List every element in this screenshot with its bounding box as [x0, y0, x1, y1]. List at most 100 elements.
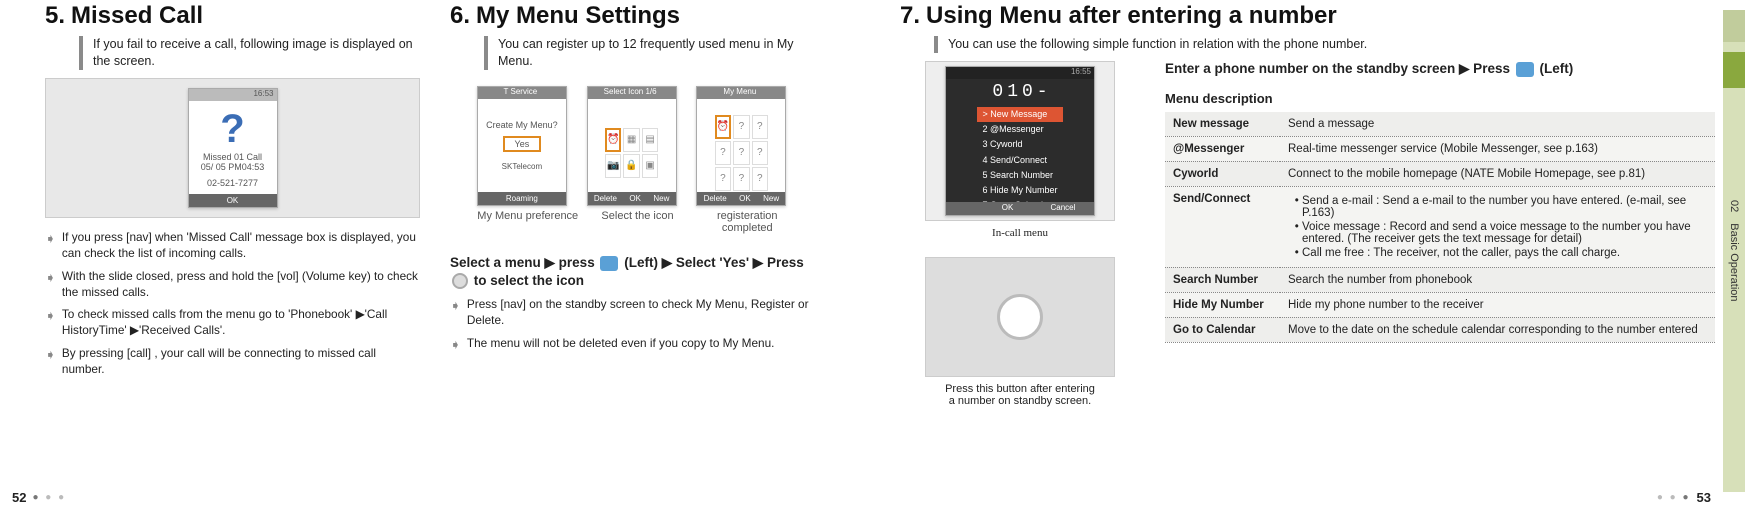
dialed-number: 010- — [992, 81, 1051, 104]
screenA-yes: Yes — [503, 136, 542, 152]
screenA-prompt: Create My Menu? — [486, 120, 558, 130]
side-tab-label: 02 Basic Operation — [1728, 200, 1740, 302]
incall-menu-item: 4 Send/Connect — [977, 153, 1062, 168]
page-53: 53 — [1697, 490, 1711, 505]
incall-menu-item: 5 Search Number — [977, 168, 1062, 183]
section6-intro: You can register up to 12 frequently use… — [484, 36, 825, 70]
step-frag-3: to select the icon — [474, 273, 584, 288]
mock-line2: 05/ 05 PM04:53 — [201, 162, 265, 172]
menu-name-cell: Hide My Number — [1165, 292, 1280, 317]
grid-icon: ▤ — [642, 128, 658, 152]
mock-line1: Missed 01 Call — [203, 152, 262, 162]
screenA-header: T Service — [504, 87, 538, 96]
phone-button-photo — [925, 257, 1115, 377]
page-52: 52 — [12, 490, 26, 505]
menu-name-cell: Go to Calendar — [1165, 317, 1280, 342]
bullet-arrow-icon: ➧ — [45, 307, 56, 339]
incall-menu-item: 3 Cyworld — [977, 137, 1062, 152]
caption-incall-menu: In-call menu — [900, 227, 1140, 239]
table-row: Go to CalendarMove to the date on the sc… — [1165, 317, 1715, 342]
screenA-carrier: SKTelecom — [502, 162, 542, 171]
section5-bullet-4: By pressing [call] , your call will be c… — [62, 346, 420, 378]
step-frag-2: (Left) ▶ Select 'Yes' ▶ Press — [624, 255, 804, 270]
menu-desc-subitem: Call me free : The receiver, not the cal… — [1302, 247, 1707, 259]
caption-registration-complete: registeration completed — [696, 210, 798, 234]
bullet-arrow-icon: ➧ — [450, 336, 461, 354]
mock-line3: 02-521-7277 — [207, 178, 258, 188]
caption-select-icon: Select the icon — [587, 210, 689, 222]
incall-menu-item: > New Message — [977, 107, 1062, 122]
menu-description-table: New messageSend a message@MessengerReal-… — [1165, 112, 1715, 343]
menu-desc-cell: Send a e-mail : Send a e-mail to the num… — [1280, 186, 1715, 267]
table-row: Send/Connect Send a e-mail : Send a e-mai… — [1165, 186, 1715, 267]
left-softkey-icon — [1516, 62, 1534, 77]
screenB-header: Select Icon 1/6 — [604, 87, 657, 96]
incall-menu-item: 6 Hide My Number — [977, 183, 1062, 198]
menu-name-cell: Send/Connect — [1165, 186, 1280, 267]
section5-bullet-3: To check missed calls from the menu go t… — [62, 307, 420, 339]
section6-bullet-2: The menu will not be deleted even if you… — [467, 336, 775, 354]
menu-name-cell: @Messenger — [1165, 136, 1280, 161]
section7-intro: You can use the following simple functio… — [934, 36, 1715, 53]
menu-desc-cell: Move to the date on the schedule calenda… — [1280, 317, 1715, 342]
nav-button-icon — [997, 294, 1043, 340]
section5-number: 5. — [45, 2, 65, 30]
incall-menu-item: 2 @Messenger — [977, 122, 1062, 137]
nav-key-icon — [452, 273, 468, 289]
bullet-arrow-icon: ➧ — [450, 297, 461, 329]
menu-desc-cell: Real-time messenger service (Mobile Mess… — [1280, 136, 1715, 161]
section6-number: 6. — [450, 2, 470, 30]
table-row: @MessengerReal-time messenger service (M… — [1165, 136, 1715, 161]
left-softkey-icon — [600, 256, 618, 271]
calc-icon: ▣ — [642, 154, 658, 178]
bullet-arrow-icon: ➧ — [45, 346, 56, 378]
softkey-ok: OK — [1002, 203, 1014, 213]
menu-desc-cell: Connect to the mobile homepage (NATE Mob… — [1280, 161, 1715, 186]
section7-title-text: Using Menu after entering a number — [926, 2, 1337, 29]
camera-icon: 📷 — [605, 154, 621, 178]
lock-icon: 🔒 — [623, 154, 639, 178]
section5-bullets: ➧If you press [nav] when 'Missed Call' m… — [45, 230, 420, 378]
phone-clock: 16:55 — [946, 67, 1094, 79]
my-menu-screenshots: T Service Create My Menu? Yes SKTelecom … — [450, 78, 825, 242]
page-number-left: 52 ● ● ● — [12, 490, 66, 505]
table-row: Hide My NumberHide my phone number to th… — [1165, 292, 1715, 317]
menu-name-cell: New message — [1165, 112, 1280, 137]
menu-desc-cell: Hide my phone number to the receiver — [1280, 292, 1715, 317]
missed-call-screenshot: 16:53 ? Missed 01 Call 05/ 05 PM04:53 02… — [45, 78, 420, 218]
section6-title-text: My Menu Settings — [476, 2, 680, 29]
section5-bullet-2: With the slide closed, press and hold th… — [62, 269, 420, 301]
caption-mymenu-pref: My Menu preference — [477, 210, 579, 222]
menu-desc-cell: Send a message — [1280, 112, 1715, 137]
screenB-softkey-left: Delete — [594, 194, 617, 203]
menu-desc-subitem: Send a e-mail : Send a e-mail to the num… — [1302, 195, 1707, 219]
bullet-arrow-icon: ➧ — [45, 269, 56, 301]
section6-bullets: ➧Press [nav] on the standby screen to ch… — [450, 297, 825, 353]
menu-description-heading: Menu description — [1165, 91, 1715, 106]
section7-number: 7. — [900, 2, 920, 30]
section6-title: 6.My Menu Settings — [450, 2, 825, 30]
section5-title-text: Missed Call — [71, 2, 203, 29]
screenB-softkey-right: New — [653, 194, 669, 203]
menu-desc-cell: Search the number from phonebook — [1280, 267, 1715, 292]
screenC-header: My Menu — [723, 87, 756, 96]
section5-intro: If you fail to receive a call, following… — [79, 36, 420, 70]
table-row: New messageSend a message — [1165, 112, 1715, 137]
mock-clock: 16:53 — [189, 89, 277, 101]
alarm-icon: ⏰ — [605, 128, 621, 152]
section6-bullet-1: Press [nav] on the standby screen to che… — [467, 297, 825, 329]
mock-softkey-center: OK — [227, 196, 239, 205]
softkey-cancel: Cancel — [1050, 203, 1075, 213]
page-number-right: ● ● ● 53 — [1657, 490, 1711, 505]
screenC-softkey-right: New — [763, 194, 779, 203]
action-frag-1: Enter a phone number on the standby scre… — [1165, 61, 1514, 76]
section5-bullet-1: If you press [nav] when 'Missed Call' me… — [62, 230, 420, 262]
menu-name-cell: Search Number — [1165, 267, 1280, 292]
album-icon: ▦ — [623, 128, 639, 152]
incall-menu-screenshot: 16:55 010- > New Message2 @Messenger3 Cy… — [925, 61, 1115, 221]
question-icon: ? — [220, 107, 244, 152]
table-row: Search NumberSearch the number from phon… — [1165, 267, 1715, 292]
bullet-arrow-icon: ➧ — [45, 230, 56, 262]
action-frag-2: (Left) — [1540, 61, 1574, 76]
step-frag-1: Select a menu ▶ press — [450, 255, 598, 270]
